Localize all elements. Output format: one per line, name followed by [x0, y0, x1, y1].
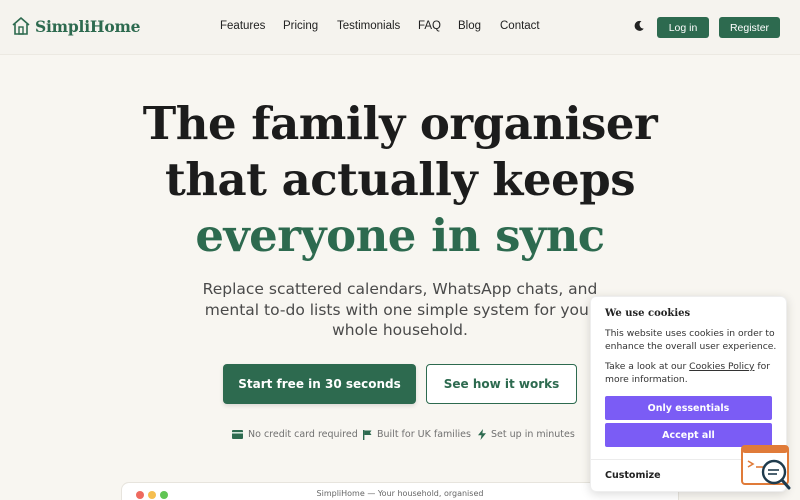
cookie-policy-text: Take a look at our Cookies Policy for mo… — [605, 361, 777, 386]
nav-blog[interactable]: Blog — [458, 20, 481, 32]
nav-contact[interactable]: Contact — [500, 20, 540, 32]
feature-item: No credit card required — [232, 429, 358, 440]
brand-name: SimpliHome — [35, 16, 141, 36]
feature-label: Set up in minutes — [491, 429, 575, 440]
cookie-title: We use cookies — [605, 308, 691, 319]
flag-icon — [363, 429, 372, 440]
hero-title-line2: that actually keeps — [164, 153, 636, 206]
see-how-it-works-button[interactable]: See how it works — [426, 364, 577, 404]
site-header: SimpliHome Features Pricing Testimonials… — [0, 0, 800, 55]
feature-label: Built for UK families — [377, 429, 471, 440]
register-button[interactable]: Register — [719, 17, 780, 38]
cookies-policy-link[interactable]: Cookies Policy — [689, 361, 754, 372]
hero-title-line3: everyone in sync — [195, 209, 605, 262]
moon-icon[interactable] — [633, 20, 645, 32]
nav-pricing[interactable]: Pricing — [283, 20, 318, 32]
login-button[interactable]: Log in — [657, 17, 709, 38]
feature-label: No credit card required — [248, 429, 358, 440]
lightning-icon — [478, 429, 486, 440]
feature-item: Built for UK families — [363, 429, 471, 440]
nav-faq[interactable]: FAQ — [418, 20, 441, 32]
cookie-description: This website uses cookies in order to en… — [605, 328, 777, 352]
only-essentials-button[interactable]: Only essentials — [605, 396, 772, 420]
cookie-policy-prefix: Take a look at our — [605, 361, 690, 372]
brand-logo[interactable]: SimpliHome — [11, 16, 141, 36]
credit-card-icon — [232, 430, 243, 439]
cookie-preferences-icon[interactable] — [741, 445, 791, 490]
hero-subtitle: Replace scattered calendars, WhatsApp ch… — [202, 280, 598, 339]
accept-all-button[interactable]: Accept all — [605, 423, 772, 447]
nav-features[interactable]: Features — [220, 20, 265, 32]
nav-testimonials[interactable]: Testimonials — [337, 20, 400, 32]
feature-item: Set up in minutes — [478, 429, 575, 440]
hero-title-line1: The family organiser — [142, 97, 658, 150]
start-free-button[interactable]: Start free in 30 seconds — [223, 364, 416, 404]
customize-button[interactable]: Customize — [605, 470, 661, 481]
hero-title: The family organiser that actually keeps… — [0, 96, 800, 264]
house-icon — [12, 17, 30, 35]
